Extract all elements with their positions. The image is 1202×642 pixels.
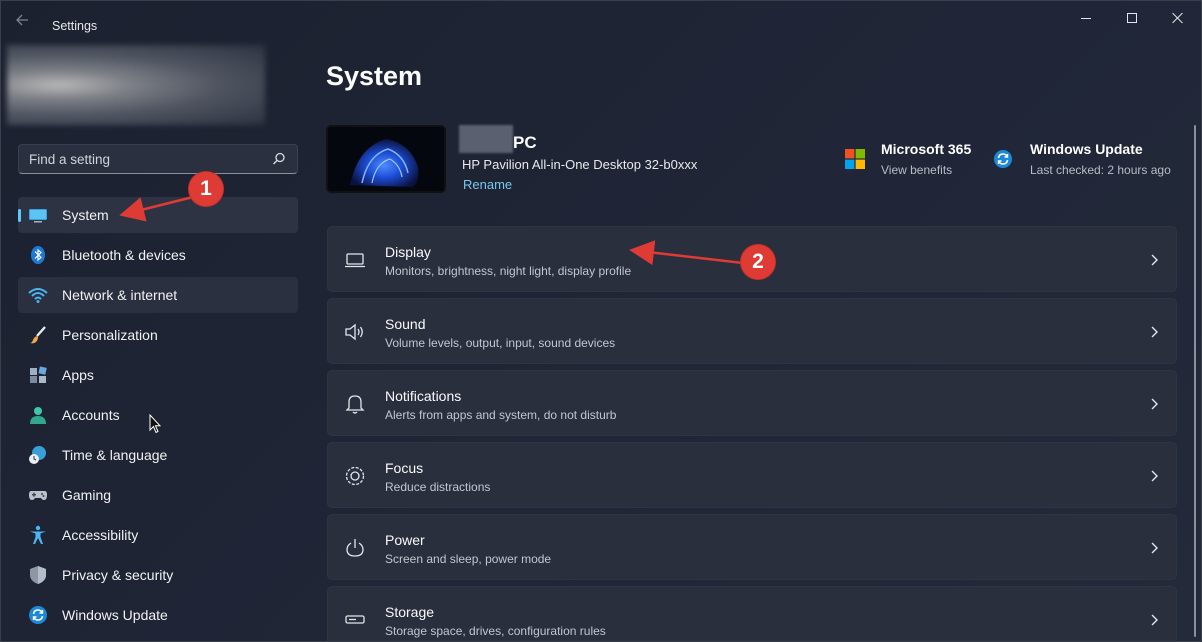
card-title: Notifications xyxy=(385,388,462,404)
windows-update-icon xyxy=(994,150,1012,168)
bell-icon xyxy=(345,395,365,414)
page-title: System xyxy=(326,61,423,91)
sidebar-item-system[interactable]: System xyxy=(18,197,298,233)
maximize-icon xyxy=(1127,13,1137,23)
chevron-right-icon xyxy=(1151,542,1158,554)
device-name-redacted xyxy=(459,125,513,153)
sidebar-item-personalization[interactable]: Personalization xyxy=(18,317,298,353)
focus-icon xyxy=(345,466,365,486)
sidebar-item-windows-update[interactable]: Windows Update xyxy=(18,597,298,633)
settings-window: Settings System Bluetooth & xyxy=(0,0,1202,642)
search-box xyxy=(18,144,298,174)
card-storage[interactable]: Storage Storage space, drives, configura… xyxy=(327,586,1177,641)
promo-subtitle: Last checked: 2 hours ago xyxy=(1030,163,1171,177)
maximize-button[interactable] xyxy=(1109,3,1155,33)
sidebar-item-label: Gaming xyxy=(62,487,112,503)
card-subtitle: Volume levels, output, input, sound devi… xyxy=(385,336,616,350)
sidebar-item-label: Time & language xyxy=(62,447,168,463)
device-name: PC xyxy=(513,133,537,152)
promo-subtitle: View benefits xyxy=(881,163,953,177)
card-focus[interactable]: Focus Reduce distractions xyxy=(327,442,1177,508)
apps-icon xyxy=(30,366,47,383)
sidebar-item-label: Network & internet xyxy=(62,287,178,303)
back-button[interactable] xyxy=(15,13,35,29)
settings-list: Display Monitors, brightness, night ligh… xyxy=(327,226,1177,641)
sidebar-item-time-language[interactable]: Time & language xyxy=(18,437,298,473)
annotation-badge-1: 1 xyxy=(189,172,223,206)
sidebar-item-label: Windows Update xyxy=(62,607,168,623)
sidebar-item-label: Privacy & security xyxy=(62,567,174,583)
chevron-right-icon xyxy=(1151,470,1158,482)
card-title: Focus xyxy=(385,460,424,476)
annotation-badge-2: 2 xyxy=(741,245,775,279)
sidebar-item-bluetooth[interactable]: Bluetooth & devices xyxy=(18,237,298,273)
card-subtitle: Screen and sleep, power mode xyxy=(385,552,552,566)
bluetooth-icon xyxy=(31,246,45,264)
promo-title: Windows Update xyxy=(1030,141,1143,157)
sidebar-item-apps[interactable]: Apps xyxy=(18,357,298,393)
title-bar: Settings xyxy=(1,1,1201,37)
card-title: Power xyxy=(385,532,425,548)
shield-icon xyxy=(30,566,46,584)
card-subtitle: Reduce distractions xyxy=(385,480,491,494)
speaker-icon xyxy=(345,323,363,341)
back-arrow-icon xyxy=(16,14,28,26)
selected-indicator xyxy=(18,209,21,222)
device-model: HP Pavilion All-in-One Desktop 32-b0xxx xyxy=(462,157,698,172)
card-subtitle: Monitors, brightness, night light, displ… xyxy=(385,264,632,278)
mouse-cursor-icon xyxy=(149,414,161,434)
chevron-right-icon xyxy=(1151,326,1158,338)
power-icon xyxy=(346,539,364,557)
sidebar-item-privacy-security[interactable]: Privacy & security xyxy=(18,557,298,593)
bloom-wallpaper-image xyxy=(328,127,444,191)
card-title: Storage xyxy=(385,604,435,620)
chevron-right-icon xyxy=(1151,254,1158,266)
sidebar-item-network[interactable]: Network & internet xyxy=(18,277,298,313)
chevron-right-icon xyxy=(1151,614,1158,626)
card-notifications[interactable]: Notifications Alerts from apps and syste… xyxy=(327,370,1177,436)
minimize-icon xyxy=(1081,17,1091,19)
sidebar-item-label: System xyxy=(62,207,109,223)
chevron-right-icon xyxy=(1151,398,1158,410)
monitor-icon xyxy=(29,209,47,223)
card-power[interactable]: Power Screen and sleep, power mode xyxy=(327,514,1177,580)
main-scrollbar[interactable] xyxy=(1194,125,1196,637)
globe-clock-icon xyxy=(29,446,46,464)
display-icon xyxy=(345,253,365,268)
wifi-icon xyxy=(28,288,48,303)
sidebar-item-gaming[interactable]: Gaming xyxy=(18,477,298,513)
search-icon[interactable] xyxy=(272,152,286,166)
gamepad-icon xyxy=(29,491,47,500)
close-icon xyxy=(1172,12,1184,24)
person-icon xyxy=(30,407,46,424)
card-subtitle: Alerts from apps and system, do not dist… xyxy=(385,408,617,422)
microsoft-logo-icon xyxy=(845,149,865,169)
refresh-icon xyxy=(29,606,47,624)
storage-icon xyxy=(345,615,365,624)
card-sound[interactable]: Sound Volume levels, output, input, soun… xyxy=(327,298,1177,364)
card-title: Sound xyxy=(385,316,426,332)
user-profile-blurred[interactable] xyxy=(7,45,265,125)
card-title: Display xyxy=(385,244,431,260)
sidebar-item-label: Apps xyxy=(62,367,94,383)
app-title: Settings xyxy=(52,19,98,33)
accessibility-icon xyxy=(30,525,46,544)
sidebar-item-accessibility[interactable]: Accessibility xyxy=(18,517,298,553)
promo-title: Microsoft 365 xyxy=(881,141,972,157)
sidebar-item-label: Bluetooth & devices xyxy=(62,247,186,263)
card-subtitle: Storage space, drives, configuration rul… xyxy=(385,624,606,638)
sidebar-item-label: Accounts xyxy=(62,407,120,423)
device-wallpaper-thumbnail xyxy=(326,125,446,193)
paintbrush-icon xyxy=(30,326,46,344)
rename-link[interactable]: Rename xyxy=(463,177,512,192)
search-input[interactable] xyxy=(19,145,259,173)
close-button[interactable] xyxy=(1155,3,1201,33)
sidebar-item-label: Accessibility xyxy=(62,527,139,543)
sidebar-item-label: Personalization xyxy=(62,327,158,343)
minimize-button[interactable] xyxy=(1063,3,1109,33)
